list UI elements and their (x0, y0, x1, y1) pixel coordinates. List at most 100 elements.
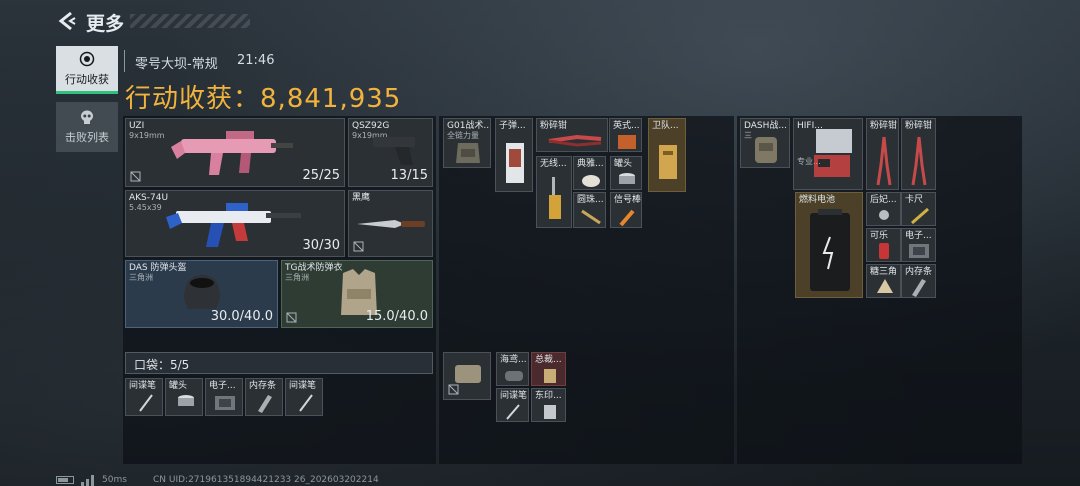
item-name: 燃料电池 (799, 195, 836, 205)
item-name: 间谍笔 (129, 381, 157, 391)
jar-icon (544, 405, 556, 419)
divider (124, 50, 125, 72)
uzi-icon (171, 131, 293, 175)
triangle-icon (877, 279, 893, 293)
item-right[interactable]: 后妃... (866, 192, 901, 226)
item-pliers-1[interactable]: 粉碎钳 (866, 118, 899, 190)
item-fuel-cell[interactable]: 燃料电池 (795, 192, 863, 298)
item-right[interactable]: 可乐 (866, 228, 901, 262)
weapon-card-qsz92g[interactable]: QSZ92G 9x19mm 13/15 (348, 118, 433, 187)
rig-icon (456, 143, 480, 163)
item-ctrl1[interactable]: 海鸢... (496, 352, 529, 386)
item-name: 无线... (540, 159, 567, 169)
flare-icon (619, 209, 635, 227)
vase-icon (582, 175, 600, 187)
item-caliber: 5.45x39 (129, 203, 162, 212)
item-name: 电子... (905, 231, 932, 241)
pocket-slot[interactable]: 电子... (205, 378, 243, 416)
item-pliers-2[interactable]: 粉碎钳 (901, 118, 936, 190)
chip-icon (909, 244, 929, 258)
item-bullet[interactable]: 子弹... (495, 118, 533, 192)
pocket-label: 口袋：5/5 (134, 358, 190, 372)
lock-icon (286, 312, 297, 323)
item-name: 总裁... (535, 355, 562, 365)
item-name: 卫队... (652, 121, 679, 131)
tab-harvest[interactable]: 行动收获 (56, 46, 118, 94)
item-name: 后妃... (870, 195, 897, 205)
item-name: 粉碎钳 (870, 121, 898, 131)
pocket-slot[interactable]: 间谍笔 (285, 378, 323, 416)
lock-icon (353, 241, 364, 252)
can-icon (178, 395, 194, 406)
back-arrow-icon[interactable] (56, 10, 78, 32)
backpack-card[interactable]: DASH战... 三 (740, 118, 790, 168)
card-icon (506, 143, 524, 183)
item-name: 东印... (535, 391, 562, 401)
pistol-icon (373, 137, 415, 165)
harvest-total: 行动收获：8,841,935 (125, 78, 401, 115)
book-icon (659, 145, 677, 179)
item-right[interactable]: 卡尺 (901, 192, 936, 226)
pocket-slot[interactable]: 内存条 (245, 378, 283, 416)
memory-icon (912, 279, 926, 297)
item-name: UZI (129, 121, 145, 131)
tube-icon (581, 209, 601, 225)
item-book[interactable]: 卫队... (648, 118, 686, 192)
item-ctrl2[interactable]: 总裁... (531, 352, 566, 386)
item-can[interactable]: 罐头 (610, 156, 642, 190)
rig-card[interactable]: G01战术... 全链力量 (443, 118, 491, 168)
item-caliber: 9x19mm (129, 131, 165, 140)
pocket-slot[interactable]: 罐头 (165, 378, 203, 416)
item-name: 黑鹰 (352, 193, 371, 203)
signal-icon (81, 475, 94, 486)
weapon-card-uzi[interactable]: UZI 9x19mm 25/25 (125, 118, 345, 187)
item-name: 英式... (613, 121, 640, 131)
item-ammo-count: 30/30 (302, 238, 340, 253)
item-name: 电子... (209, 381, 236, 391)
caliper-icon (911, 207, 929, 225)
item-name: TG战术防弹衣 (285, 263, 343, 273)
item-pen[interactable]: 间谍笔 (496, 388, 529, 422)
page-title[interactable]: 更多 (86, 9, 124, 36)
item-ammo-count: 25/25 (302, 168, 340, 183)
item-right[interactable]: 电子... (901, 228, 936, 262)
item-tube[interactable]: 圆珠... (573, 192, 606, 228)
item-name: 卡尺 (905, 195, 924, 205)
pliers-icon (911, 136, 927, 186)
item-right[interactable]: 内存条 (901, 264, 936, 298)
harvest-value: 8,841,935 (260, 84, 402, 114)
item-name: 信号棒 (614, 195, 642, 205)
map-name: 零号大坝-常规 (135, 57, 218, 72)
tab-kills[interactable]: 击败列表 (56, 102, 118, 152)
item-right[interactable]: 糖三角 (866, 264, 901, 298)
item-flare[interactable]: 信号棒 (610, 192, 642, 228)
item-east[interactable]: 东印... (531, 388, 566, 422)
weapon-card-blackhawk[interactable]: 黑鹰 (348, 190, 433, 257)
chip-icon (215, 396, 235, 410)
helmet-card[interactable]: DAS 防弹头盔 三角洲 30.0/40.0 (125, 260, 278, 328)
item-pages[interactable]: 英式... (609, 118, 642, 152)
item-pliers[interactable]: 粉碎钳 (536, 118, 608, 152)
can-icon (619, 173, 635, 184)
item-name: 可乐 (870, 231, 889, 241)
knife-icon (357, 220, 425, 228)
item-name: 间谍笔 (500, 391, 528, 401)
controller-icon (505, 371, 523, 381)
jar-icon (544, 369, 556, 383)
harvest-icon (79, 51, 95, 66)
battery-icon (810, 209, 850, 291)
battery-status-icon (56, 476, 74, 484)
pocket-slot[interactable]: 间谍笔 (125, 378, 163, 416)
item-name: 罐头 (614, 159, 633, 169)
case-card[interactable] (443, 352, 491, 400)
item-name: 罐头 (169, 381, 188, 391)
weapon-card-aks74u[interactable]: AKS-74U 5.45x39 30/30 (125, 190, 345, 257)
item-wireless[interactable]: 无线... (536, 156, 572, 228)
pen-icon (506, 404, 520, 420)
item-hifi[interactable]: HIFI... 专业... (793, 118, 863, 190)
match-time: 21:46 (237, 53, 275, 68)
vest-card[interactable]: TG战术防弹衣 三角洲 15.0/40.0 (281, 260, 433, 328)
item-name: AKS-74U (129, 193, 169, 203)
item-vase[interactable]: 典雅... (573, 156, 606, 190)
lock-icon (448, 384, 459, 395)
